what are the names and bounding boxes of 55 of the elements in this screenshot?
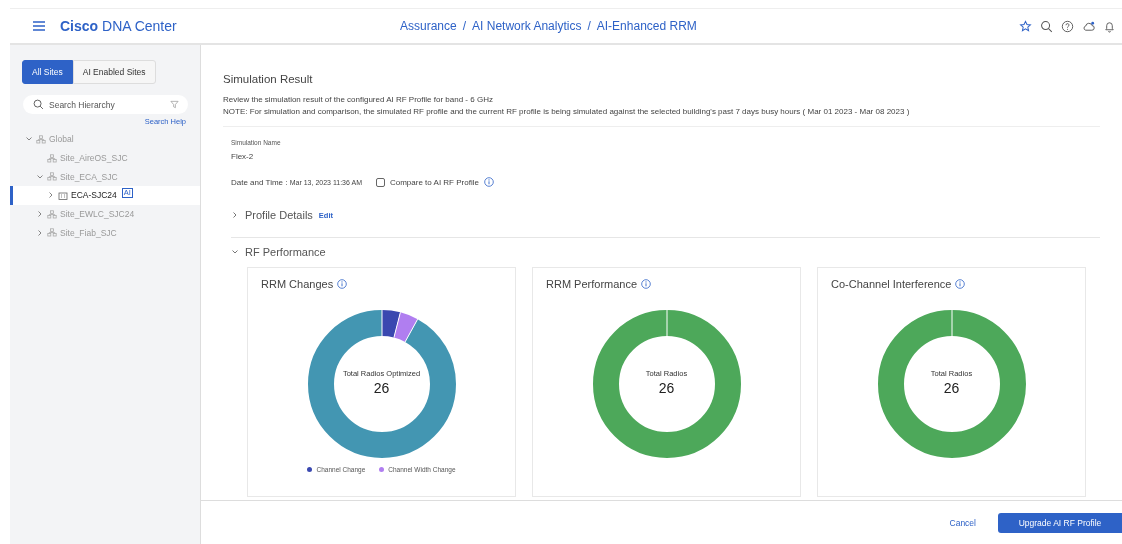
site-icon — [47, 153, 57, 163]
search-field[interactable]: Search Hierarchy — [23, 95, 188, 114]
info-icon[interactable] — [955, 279, 966, 289]
chevron-down-icon[interactable] — [36, 172, 44, 181]
site-icon — [47, 209, 57, 219]
breadcrumb-link[interactable]: Assurance — [400, 19, 457, 33]
checkbox-label: Compare to AI RF Profile — [389, 177, 479, 187]
tree-item-label: Site_EWLC_SJC24 — [60, 209, 135, 220]
cancel-button[interactable]: Cancel — [941, 511, 984, 534]
app-title: Cisco DNA Center — [60, 18, 178, 34]
site-icon — [36, 134, 46, 144]
chevron-right-icon[interactable] — [47, 191, 55, 200]
breadcrumb-separator: / — [587, 19, 591, 33]
section-header[interactable]: Profile Details — [245, 209, 313, 221]
field-value: Flex-2 — [231, 152, 255, 161]
chevron-right-icon[interactable] — [231, 211, 239, 219]
site-filter-tab[interactable]: AI Enabled Sites — [72, 60, 156, 84]
breadcrumb-link[interactable]: AI-Enhanced RRM — [596, 19, 697, 33]
filter-icon[interactable] — [170, 100, 179, 109]
breadcrumb-separator: / — [462, 19, 467, 33]
site-icon — [47, 172, 57, 182]
star-icon[interactable] — [1019, 19, 1032, 33]
tree-item-label: ECA-SJC24 — [71, 190, 117, 201]
center-value: 26 — [657, 380, 676, 396]
site-filter-tab[interactable]: All Sites — [22, 60, 73, 84]
site-icon — [47, 228, 57, 238]
center-value: 26 — [372, 380, 391, 396]
description-text: Review the simulation result of the configured AI RF Profile for band - 6 GHz — [223, 94, 494, 106]
info-icon[interactable] — [337, 279, 348, 289]
tree-item-label: Site_ECA_SJC — [60, 171, 118, 182]
tree-item-label: Site_Fiab_SJC — [60, 227, 117, 238]
center-value: 26 — [942, 380, 961, 396]
checkbox[interactable] — [375, 177, 385, 187]
info-icon[interactable] — [483, 177, 494, 187]
chevron-right-icon[interactable] — [36, 210, 44, 219]
description-text: NOTE: For simulation and comparison, the simulated RF profile and the current RF profile is being simulated against the selected building's past 7 days busy hours ( Mar 01 2023 - Mar 08 2023 ) — [223, 106, 911, 118]
chevron-down-icon[interactable] — [231, 248, 239, 256]
building-icon — [58, 190, 68, 200]
upgrade-button[interactable]: Upgrade AI RF Profile — [998, 512, 1122, 533]
section-title: Simulation Result — [223, 73, 314, 85]
card-title: Co-Channel Interference — [831, 278, 952, 290]
tree-item-label: Site_AireOS_SJC — [60, 153, 128, 164]
help-icon[interactable] — [1061, 19, 1074, 33]
chevron-right-icon[interactable] — [36, 228, 44, 237]
field-label: Date and Time : — [231, 177, 288, 187]
bell-icon[interactable] — [1103, 19, 1116, 33]
search-icon[interactable] — [1040, 19, 1053, 33]
card-title: RRM Changes — [261, 278, 334, 290]
section-header[interactable]: RF Performance — [245, 246, 326, 258]
menu-icon[interactable] — [32, 20, 46, 32]
info-icon[interactable] — [641, 279, 652, 289]
breadcrumb-link[interactable]: AI Network Analytics — [472, 19, 582, 33]
cloud-icon[interactable] — [1082, 19, 1095, 33]
card-title: RRM Performance — [546, 278, 638, 290]
tree-item-label: Global — [49, 134, 74, 145]
